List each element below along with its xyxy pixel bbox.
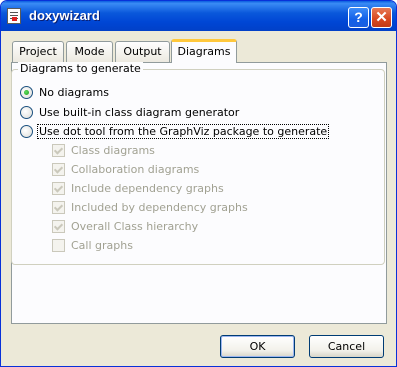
checkbox-label: Class diagrams [71, 144, 155, 157]
radio-label: Use dot tool from the GraphViz package t… [37, 124, 330, 139]
window-title: doxywizard [29, 8, 100, 23]
checkbox-label: Collaboration diagrams [71, 163, 200, 176]
checkbox-indicator[interactable] [52, 201, 65, 214]
tab-project[interactable]: Project [12, 41, 64, 62]
radio-indicator[interactable] [20, 125, 33, 138]
title-bar[interactable]: doxywizard ? ✕ [1, 1, 396, 31]
close-button[interactable]: ✕ [371, 7, 392, 28]
radio-label-wrap: Use dot tool from the GraphViz package t… [37, 124, 330, 140]
tab-diagrams[interactable]: Diagrams [171, 39, 237, 63]
checkbox-indicator[interactable] [52, 239, 65, 252]
checkbox-indicator[interactable] [52, 182, 65, 195]
checkbox-label: Overall Class hierarchy [71, 220, 199, 233]
cancel-button[interactable]: Cancel [309, 335, 384, 358]
doxywizard-app-icon [7, 8, 21, 24]
checkbox-indicator[interactable] [52, 220, 65, 233]
checkbox-indicator[interactable] [52, 163, 65, 176]
ok-button[interactable]: OK [220, 335, 295, 358]
group-legend: Diagrams to generate [18, 62, 143, 75]
tab-mode[interactable]: Mode [66, 41, 113, 62]
radio-indicator[interactable] [20, 106, 33, 119]
checkbox-label: Included by dependency graphs [71, 201, 248, 214]
dialog-window: doxywizard ? ✕ Project Mode Output Diagr… [0, 0, 397, 367]
help-button[interactable]: ? [348, 7, 369, 28]
checkbox-indicator[interactable] [52, 144, 65, 157]
checkbox-label: Include dependency graphs [71, 182, 224, 195]
tab-output[interactable]: Output [115, 41, 170, 62]
radio-label: Use built-in class diagram generator [39, 106, 240, 119]
radio-label: No diagrams [39, 86, 109, 99]
checkbox-label: Call graphs [71, 239, 133, 252]
radio-indicator[interactable] [20, 86, 33, 99]
